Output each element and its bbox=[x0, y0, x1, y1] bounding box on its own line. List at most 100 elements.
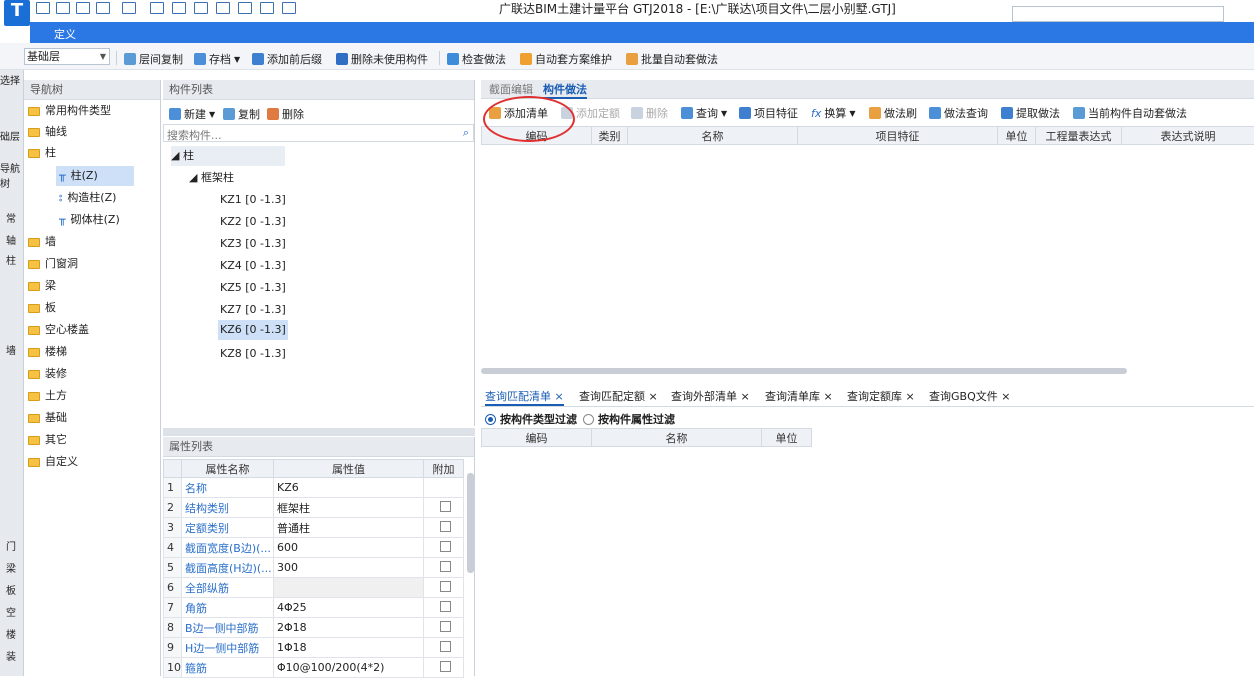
tab-component-method[interactable]: 构件做法 bbox=[543, 80, 587, 99]
extra-checkbox[interactable] bbox=[440, 641, 451, 652]
nav-item-custom[interactable]: 自定义 bbox=[28, 452, 78, 472]
query-button[interactable]: 查询▼ bbox=[681, 105, 727, 121]
tab-query-match-quota[interactable]: 查询匹配定额 × bbox=[579, 387, 658, 406]
search-icon[interactable]: ⌕ bbox=[463, 126, 469, 140]
delete-method-button[interactable]: 删除 bbox=[631, 105, 668, 121]
property-row[interactable]: 2结构类别框架柱 bbox=[164, 498, 464, 518]
batch-auto-button[interactable]: 批量自动套做法 bbox=[626, 51, 718, 67]
open-file-icon[interactable] bbox=[56, 2, 70, 14]
nav-item-other[interactable]: 其它 bbox=[28, 430, 67, 450]
property-row[interactable]: 3定额类别普通柱 bbox=[164, 518, 464, 538]
close-icon[interactable]: × bbox=[555, 390, 564, 403]
property-value[interactable] bbox=[274, 578, 424, 598]
property-row[interactable]: 6全部纵筋 bbox=[164, 578, 464, 598]
property-value[interactable]: 框架柱 bbox=[274, 498, 424, 518]
property-row[interactable]: 1名称KZ6 bbox=[164, 478, 464, 498]
strip-label[interactable]: 楼 bbox=[6, 626, 16, 641]
convert-button[interactable]: fx换算▼ bbox=[811, 105, 856, 121]
strip-label[interactable]: 装 bbox=[6, 648, 16, 663]
radio-checked[interactable] bbox=[485, 414, 496, 425]
grid-icon[interactable] bbox=[260, 2, 274, 14]
extra-checkbox[interactable] bbox=[440, 501, 451, 512]
property-row[interactable]: 4截面宽度(B边)(...600 bbox=[164, 538, 464, 558]
component-item[interactable]: KZ5 [0 -1.3] bbox=[220, 278, 286, 298]
filter-by-property-option[interactable]: 按构件属性过滤 bbox=[583, 411, 675, 427]
property-value[interactable]: 1Φ18 bbox=[274, 638, 424, 658]
nav-item-common[interactable]: 常用构件类型 bbox=[28, 101, 111, 121]
archive-button[interactable]: 存档▼ bbox=[194, 51, 240, 67]
method-brush-button[interactable]: 做法刷 bbox=[869, 105, 917, 121]
nav-item-door-window[interactable]: 门窗洞 bbox=[28, 254, 78, 274]
close-icon[interactable]: × bbox=[649, 390, 658, 403]
new-file-icon[interactable] bbox=[36, 2, 50, 14]
nav-item-beam[interactable]: 梁 bbox=[28, 276, 56, 296]
component-item[interactable]: KZ2 [0 -1.3] bbox=[220, 212, 286, 232]
property-scrollbar[interactable] bbox=[467, 473, 474, 573]
undo-icon[interactable] bbox=[96, 2, 110, 14]
auto-method-button[interactable]: 当前构件自动套做法 bbox=[1073, 105, 1187, 121]
radio-unchecked[interactable] bbox=[583, 414, 594, 425]
strip-label[interactable]: 板 bbox=[6, 582, 16, 597]
method-horizontal-scrollbar[interactable] bbox=[481, 368, 1127, 374]
edit-icon[interactable] bbox=[238, 2, 252, 14]
redo-icon[interactable] bbox=[122, 2, 136, 14]
delete-component-button[interactable]: 删除 bbox=[267, 106, 304, 122]
extra-checkbox[interactable] bbox=[440, 661, 451, 672]
tab-query-list-library[interactable]: 查询清单库 × bbox=[765, 387, 833, 406]
extra-checkbox[interactable] bbox=[440, 601, 451, 612]
strip-label[interactable]: 柱 bbox=[6, 252, 16, 267]
property-value[interactable]: 300 bbox=[274, 558, 424, 578]
extra-checkbox[interactable] bbox=[440, 561, 451, 572]
component-search-input[interactable]: 搜索构件... ⌕ bbox=[163, 124, 474, 142]
view-icon[interactable] bbox=[194, 2, 208, 14]
component-item-selected[interactable]: KZ6 [0 -1.3] bbox=[218, 320, 288, 340]
property-row[interactable]: 8B边一侧中部筋2Φ18 bbox=[164, 618, 464, 638]
floor-select[interactable]: 基础层 ▼ bbox=[24, 48, 110, 65]
tab-query-gbq-file[interactable]: 查询GBQ文件 × bbox=[929, 387, 1010, 406]
strip-label[interactable]: 门 bbox=[6, 538, 16, 553]
property-row[interactable]: 9H边一侧中部筋1Φ18 bbox=[164, 638, 464, 658]
component-item[interactable]: KZ3 [0 -1.3] bbox=[220, 234, 286, 254]
nav-item-wall[interactable]: 墙 bbox=[28, 232, 56, 252]
copy-between-floors-button[interactable]: 层间复制 bbox=[124, 51, 183, 67]
export-icon[interactable] bbox=[282, 2, 296, 14]
filter-by-type-option[interactable]: 按构件类型过滤 bbox=[485, 411, 577, 427]
close-icon[interactable]: × bbox=[1001, 390, 1010, 403]
table-icon[interactable] bbox=[216, 2, 230, 14]
tree-group-frame-column[interactable]: ◢ 框架柱 bbox=[189, 168, 234, 188]
panel-splitter[interactable] bbox=[163, 428, 475, 436]
property-value[interactable]: KZ6 bbox=[274, 478, 424, 498]
property-row[interactable]: 5截面高度(H边)(...300 bbox=[164, 558, 464, 578]
extra-checkbox[interactable] bbox=[440, 541, 451, 552]
new-component-button[interactable]: 新建▼ bbox=[169, 106, 215, 122]
ribbon-search-box[interactable] bbox=[1012, 6, 1224, 22]
component-item[interactable]: KZ4 [0 -1.3] bbox=[220, 256, 286, 276]
close-icon[interactable]: × bbox=[741, 390, 750, 403]
property-value[interactable]: 4Φ25 bbox=[274, 598, 424, 618]
auto-scheme-button[interactable]: 自动套方案维护 bbox=[520, 51, 612, 67]
nav-item-hollow-floor[interactable]: 空心楼盖 bbox=[28, 320, 89, 340]
property-value[interactable]: 2Φ18 bbox=[274, 618, 424, 638]
nav-item-masonry-column[interactable]: ╥砌体柱(Z) bbox=[56, 210, 120, 230]
nav-item-foundation[interactable]: 基础 bbox=[28, 408, 67, 428]
add-prefix-suffix-button[interactable]: 添加前后缀 bbox=[252, 51, 322, 67]
report-icon[interactable] bbox=[172, 2, 186, 14]
nav-item-slab[interactable]: 板 bbox=[28, 298, 56, 318]
extra-checkbox[interactable] bbox=[440, 621, 451, 632]
nav-item-column[interactable]: 柱 bbox=[28, 143, 56, 163]
close-icon[interactable]: × bbox=[824, 390, 833, 403]
nav-item-column-z[interactable]: ╥柱(Z) bbox=[56, 166, 134, 186]
tab-query-quota-library[interactable]: 查询定额库 × bbox=[847, 387, 915, 406]
save-icon[interactable] bbox=[76, 2, 90, 14]
method-query-button[interactable]: 做法查询 bbox=[929, 105, 988, 121]
strip-label[interactable]: 梁 bbox=[6, 560, 16, 575]
component-item[interactable]: KZ8 [0 -1.3] bbox=[220, 344, 286, 364]
strip-label[interactable]: 墙 bbox=[6, 342, 16, 357]
item-feature-button[interactable]: 项目特征 bbox=[739, 105, 798, 121]
extra-checkbox[interactable] bbox=[440, 581, 451, 592]
property-row[interactable]: 7角筋4Φ25 bbox=[164, 598, 464, 618]
copy-component-button[interactable]: 复制 bbox=[223, 106, 260, 122]
nav-item-construct-column[interactable]: ⦂构造柱(Z) bbox=[56, 188, 116, 208]
tab-query-match-list[interactable]: 查询匹配清单 × bbox=[485, 387, 564, 406]
property-row[interactable]: 10箍筋Φ10@100/200(4*2) bbox=[164, 658, 464, 678]
